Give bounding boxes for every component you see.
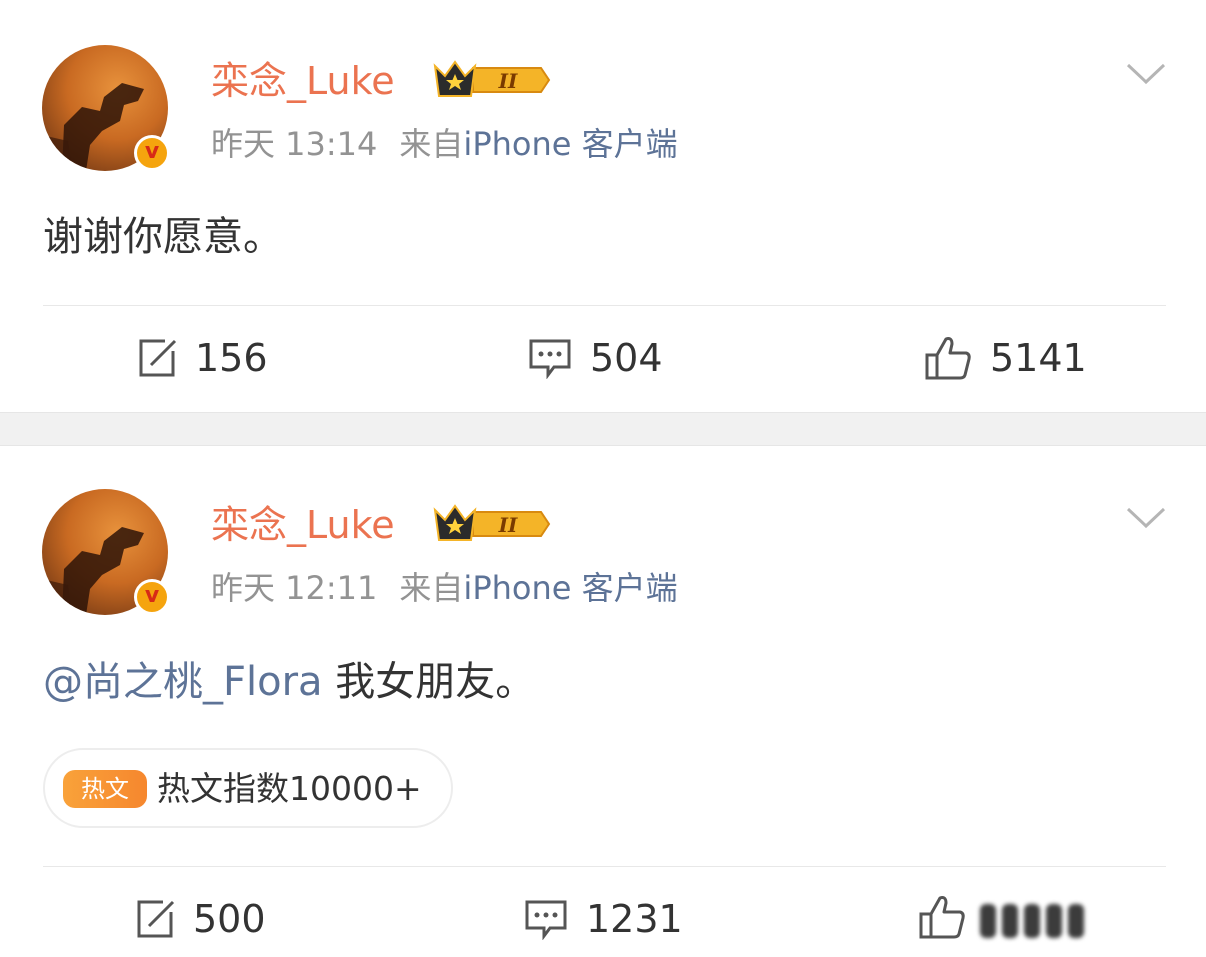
repost-icon (137, 900, 175, 938)
repost-icon (139, 339, 177, 377)
post-content: @尚之桃_Flora 我女朋友。 (43, 656, 535, 708)
like-button[interactable] (918, 892, 966, 942)
mention-link[interactable]: @尚之桃_Flora (43, 659, 323, 705)
post-meta: 昨天 13:14 来自iPhone 客户端 (211, 124, 678, 164)
weibo-post: v 栾念_Luke II 昨天 12:11 来自iPhone 客户端 @尚之桃_F… (0, 446, 1206, 957)
vip-crown-icon[interactable]: II (433, 58, 551, 102)
chevron-down-icon[interactable] (1126, 62, 1166, 86)
post-text: 我女朋友。 (322, 659, 536, 705)
like-count: 5141 (990, 336, 1087, 380)
post-separator (0, 412, 1206, 446)
vip-crown-icon[interactable]: II (433, 502, 551, 546)
divider (43, 866, 1166, 867)
post-meta: 昨天 12:11 来自iPhone 客户端 (211, 568, 678, 608)
source-prefix: 来自 (399, 569, 464, 607)
like-button[interactable]: 5141 (924, 333, 1087, 383)
svg-text:II: II (498, 69, 518, 93)
username[interactable]: 栾念_Luke (211, 58, 395, 104)
post-time: 昨天 12:11 (211, 569, 378, 607)
like-icon (925, 337, 971, 380)
username[interactable]: 栾念_Luke (211, 502, 395, 548)
hot-index: 热文指数10000+ (157, 769, 422, 808)
repost-button[interactable]: 500 (133, 894, 266, 944)
hot-tag: 热文 (63, 770, 147, 808)
comment-count: 1231 (586, 897, 683, 941)
post-time: 昨天 13:14 (211, 125, 378, 163)
repost-count: 156 (195, 336, 268, 380)
obscured-like-count (980, 904, 1084, 938)
source-client[interactable]: iPhone 客户端 (463, 569, 677, 607)
divider (43, 305, 1166, 306)
comment-count: 504 (590, 336, 663, 380)
like-icon (919, 896, 965, 939)
verified-badge-icon: v (134, 579, 170, 615)
chevron-down-icon[interactable] (1126, 506, 1166, 530)
comment-icon (525, 900, 567, 940)
weibo-post: v 栾念_Luke II 昨天 13:14 来自iPhone 客户端 谢谢你愿意。… (0, 0, 1206, 412)
source-prefix: 来自 (399, 125, 464, 163)
comment-button[interactable]: 504 (528, 333, 663, 383)
hot-article-card[interactable]: 热文 热文指数10000+ (43, 748, 453, 828)
repost-button[interactable]: 156 (135, 333, 268, 383)
comment-button[interactable]: 1231 (524, 894, 683, 944)
repost-count: 500 (193, 897, 266, 941)
comment-icon (529, 339, 571, 379)
svg-text:II: II (498, 513, 518, 537)
source-client[interactable]: iPhone 客户端 (463, 125, 677, 163)
verified-badge-icon: v (134, 135, 170, 171)
post-content: 谢谢你愿意。 (43, 214, 283, 260)
